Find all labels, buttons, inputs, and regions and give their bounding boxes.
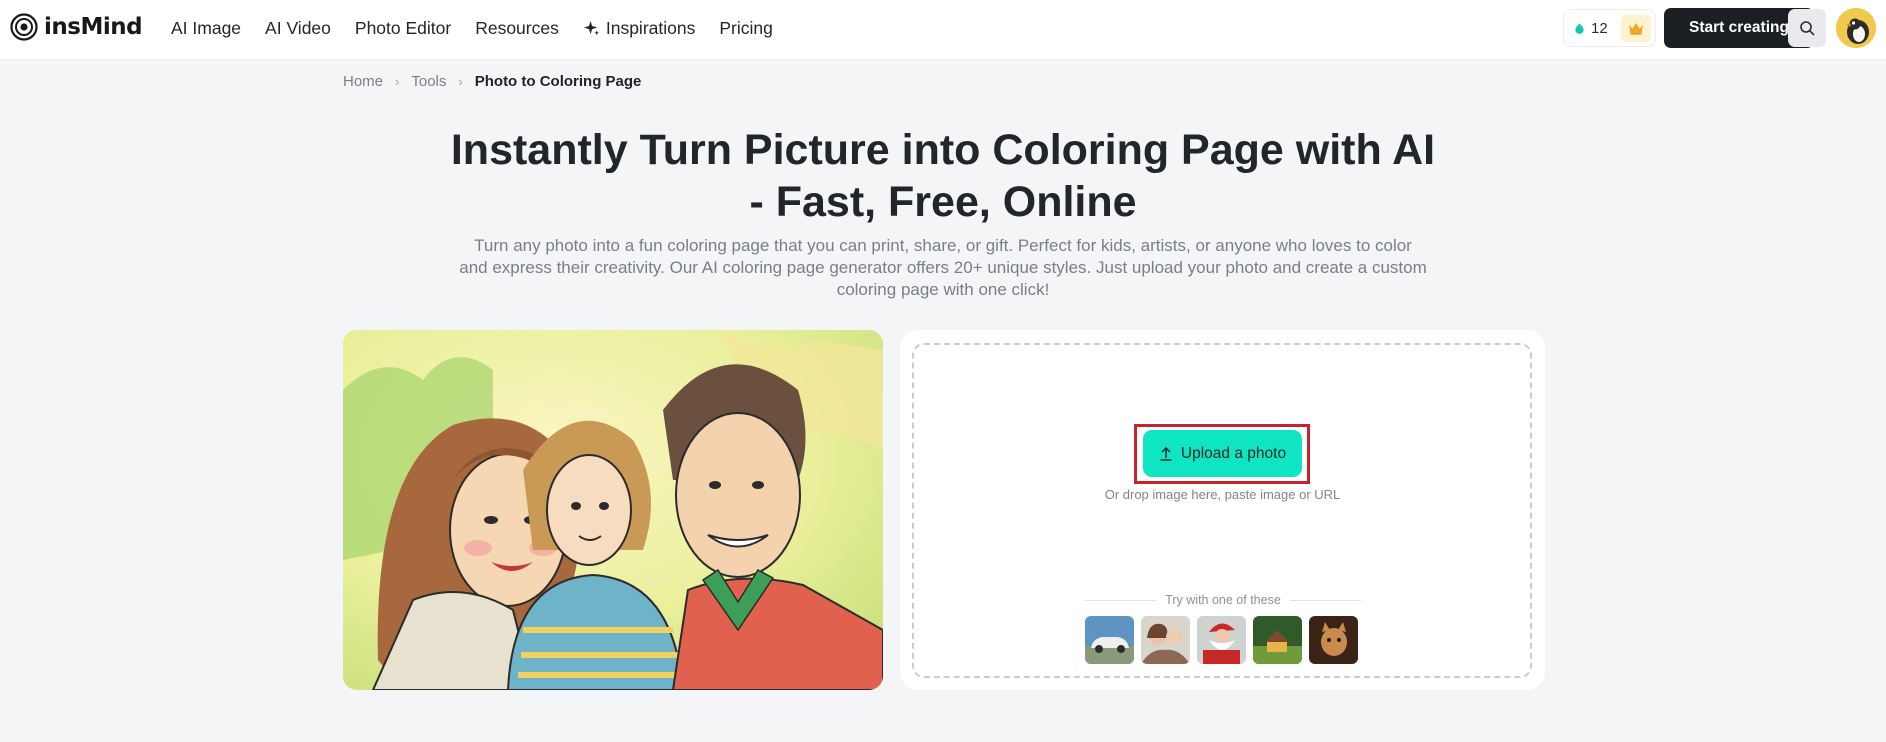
upload-button-label: Upload a photo: [1180, 444, 1287, 462]
breadcrumb: Home › Tools › Photo to Coloring Page: [343, 71, 641, 91]
brand-logo[interactable]: insMind: [10, 13, 143, 41]
coloring-page-preview-image: [343, 330, 883, 690]
sample-cat[interactable]: [1309, 616, 1358, 664]
sparkle-icon: [583, 20, 599, 35]
nav-resources[interactable]: Resources: [475, 18, 559, 39]
upload-hint: Or drop image here, paste image or URL: [1104, 487, 1341, 502]
breadcrumb-tools[interactable]: Tools: [411, 73, 446, 90]
crown-icon: [1629, 23, 1643, 35]
nav-ai-image[interactable]: AI Image: [171, 18, 241, 39]
nav-pricing[interactable]: Pricing: [719, 18, 773, 39]
droplet-icon: [1575, 22, 1584, 34]
search-button[interactable]: [1788, 9, 1826, 47]
nav-label: AI Video: [265, 17, 331, 38]
sample-house[interactable]: [1253, 616, 1302, 664]
nav-ai-video[interactable]: AI Video: [265, 18, 331, 39]
sample-car[interactable]: [1085, 616, 1134, 664]
brand-name: insMind: [44, 14, 143, 40]
sample-house-thumb: [1253, 616, 1302, 664]
sample-couple[interactable]: [1141, 616, 1190, 664]
nav-inspirations[interactable]: Inspirations: [583, 17, 696, 39]
sample-santa-thumb: [1197, 616, 1246, 664]
chevron-right-icon: ›: [395, 73, 400, 89]
nav-label: Pricing: [719, 17, 773, 38]
sample-cat-thumb: [1309, 616, 1358, 664]
divider-line: [1289, 599, 1362, 601]
breadcrumb-home[interactable]: Home: [343, 73, 383, 90]
try-samples-label: Try with one of these: [1165, 593, 1281, 607]
avatar[interactable]: [1836, 8, 1876, 48]
divider-line: [1085, 599, 1157, 601]
user-avatar-icon: [1836, 8, 1876, 48]
main-nav: AI Image AI Video Photo Editor Resources…: [171, 0, 797, 56]
search-icon: [1800, 21, 1815, 36]
try-samples-divider: Try with one of these: [1085, 592, 1362, 608]
sample-couple-thumb: [1141, 616, 1190, 664]
logo-mark-icon: [10, 13, 38, 41]
upload-photo-button[interactable]: Upload a photo: [1143, 430, 1302, 477]
nav-label: AI Image: [171, 17, 242, 38]
nav-label: Inspirations: [605, 17, 696, 38]
sample-santa[interactable]: [1197, 616, 1246, 664]
sample-car-thumb: [1085, 616, 1134, 664]
premium-badge[interactable]: [1621, 15, 1651, 42]
upload-arrow-icon: [1160, 446, 1172, 461]
page-title: Instantly Turn Picture into Coloring Pag…: [450, 126, 1436, 226]
top-header: insMind AI Image AI Video Photo Editor R…: [0, 0, 1886, 60]
credits-count: 12: [1591, 19, 1608, 37]
breadcrumb-current: Photo to Coloring Page: [474, 72, 642, 90]
sample-images: [1085, 616, 1358, 664]
credits-badge[interactable]: 12: [1563, 9, 1656, 47]
page-subtitle: Turn any photo into a fun coloring page …: [459, 236, 1427, 299]
nav-label: Resources: [475, 17, 559, 38]
family-illustration: [343, 330, 883, 690]
nav-photo-editor[interactable]: Photo Editor: [355, 18, 451, 39]
nav-label: Photo Editor: [354, 17, 452, 38]
chevron-right-icon: ›: [458, 73, 463, 89]
